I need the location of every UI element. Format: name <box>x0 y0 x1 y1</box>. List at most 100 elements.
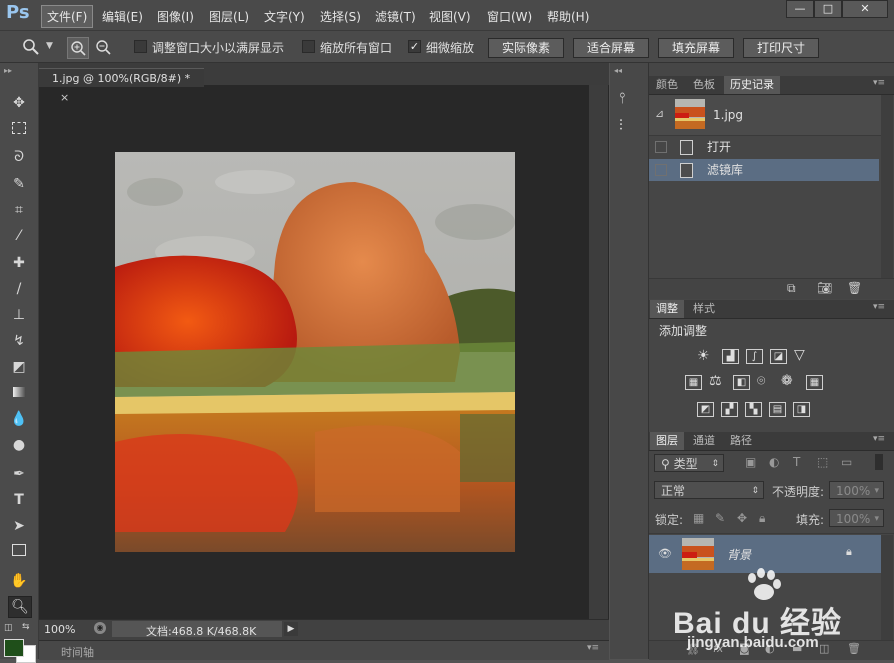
close-tab-icon[interactable]: × <box>60 91 69 104</box>
history-scrollbar[interactable] <box>881 95 893 290</box>
clone-stamp-tool-icon[interactable]: ⊥ <box>8 305 30 325</box>
tab-channels[interactable]: 通道 <box>687 432 721 450</box>
brush-tool-icon[interactable]: / <box>8 279 30 299</box>
tool-preset-chevron-icon[interactable]: ▼ <box>46 41 53 51</box>
status-menu-arrow-icon[interactable]: ▶ <box>284 622 298 636</box>
history-panel-menu-icon[interactable]: ▾≡ <box>873 78 885 88</box>
exposure-icon[interactable]: ◪ <box>770 349 787 364</box>
eyedropper-tool-icon[interactable]: ⁄ <box>8 226 30 246</box>
new-snapshot-icon[interactable]: 📷︎ <box>817 281 832 295</box>
adjustments-panel-menu-icon[interactable]: ▾≡ <box>873 302 885 312</box>
hue-saturation-icon[interactable]: ▦ <box>685 375 702 390</box>
selective-color-icon[interactable]: ◨ <box>793 402 810 417</box>
lock-transparent-icon[interactable]: ▦ <box>693 511 704 525</box>
zoom-out-icon[interactable] <box>93 37 113 57</box>
threshold-icon[interactable]: ▚ <box>745 402 762 417</box>
close-window-button[interactable]: ✕ <box>842 0 888 18</box>
color-balance-icon[interactable]: ⚖ <box>709 373 722 389</box>
layer-style-icon[interactable]: fx <box>713 642 723 655</box>
quick-selection-tool-icon[interactable]: ✎ <box>8 174 30 194</box>
timeline-label[interactable]: 时间轴 <box>61 644 94 660</box>
history-brush-tool-icon[interactable]: ↯ <box>8 331 30 351</box>
filter-pixel-icon[interactable]: ▣ <box>745 455 756 469</box>
vibrance-icon[interactable]: ▽ <box>794 347 805 363</box>
type-tool-icon[interactable]: T <box>8 490 30 510</box>
pen-tool-icon[interactable]: ✒ <box>8 464 30 484</box>
fill-input[interactable]: 100% ▾ <box>829 509 884 527</box>
vertical-scrollbar[interactable] <box>589 85 608 620</box>
layers-panel-menu-icon[interactable]: ▾≡ <box>873 434 885 444</box>
default-colors-icon[interactable]: ◫ <box>4 623 13 633</box>
layer-filter-kind-select[interactable]: ⚲ 类型 ⇕ <box>654 454 724 472</box>
new-layer-icon[interactable]: ◫ <box>819 642 829 655</box>
tab-swatches[interactable]: 色板 <box>687 76 721 94</box>
opacity-input[interactable]: 100% ▾ <box>829 481 884 499</box>
tool-presets-icon[interactable]: ⫶ <box>619 116 623 134</box>
fit-screen-button[interactable]: 适合屏幕 <box>573 38 649 58</box>
zoom-in-button[interactable] <box>67 37 89 59</box>
menu-filter[interactable]: 滤镜(T) <box>371 7 420 26</box>
menu-type[interactable]: 文字(Y) <box>260 7 309 26</box>
layer-row[interactable]: 👁︎ 背景 🔒︎ <box>649 535 881 573</box>
menu-window[interactable]: 窗口(W) <box>483 7 536 26</box>
new-group-icon[interactable]: ▬ <box>792 642 802 655</box>
posterize-icon[interactable]: ▞ <box>721 402 738 417</box>
resize-windows-checkbox[interactable] <box>134 40 147 53</box>
blend-mode-select[interactable]: 正常 ⇕ <box>654 481 764 499</box>
crop-tool-icon[interactable]: ⌗ <box>8 200 30 220</box>
status-info-icon[interactable]: ◉ <box>94 622 106 634</box>
restore-button[interactable]: □ <box>814 0 842 18</box>
history-state-checkbox[interactable] <box>655 164 667 176</box>
actual-pixels-button[interactable]: 实际像素 <box>488 38 564 58</box>
layers-scrollbar[interactable] <box>881 535 893 640</box>
menu-layer[interactable]: 图层(L) <box>205 7 253 26</box>
blur-tool-icon[interactable]: 💧 <box>8 409 30 429</box>
lock-image-icon[interactable]: ✎ <box>715 511 725 525</box>
curves-icon[interactable]: ∫ <box>746 349 763 364</box>
timeline-menu-icon[interactable]: ▾≡ <box>587 643 599 653</box>
minimize-button[interactable]: — <box>786 0 814 18</box>
history-snapshot[interactable]: ⊿ 1.jpg <box>649 95 881 136</box>
shape-tool-icon[interactable] <box>8 542 30 562</box>
document-tab[interactable]: 1.jpg @ 100%(RGB/8#) * × <box>39 68 204 104</box>
gradient-tool-icon[interactable] <box>8 383 30 403</box>
invert-icon[interactable]: ◩ <box>697 402 714 417</box>
filter-adjustment-icon[interactable]: ◐ <box>769 455 779 469</box>
menu-file[interactable]: 文件(F) <box>41 5 94 28</box>
collapse-toolbar-icon[interactable]: ▸▸ <box>4 66 12 75</box>
lock-all-icon[interactable]: 🔒︎ <box>759 511 765 526</box>
swap-colors-icon[interactable]: ⇆ <box>22 622 30 632</box>
move-tool-icon[interactable]: ✥ <box>8 93 30 113</box>
channel-mixer-icon[interactable]: ❁ <box>781 373 793 389</box>
zoom-all-windows-checkbox[interactable] <box>302 40 315 53</box>
black-white-icon[interactable]: ◧ <box>733 375 750 390</box>
tab-color[interactable]: 颜色 <box>650 76 684 94</box>
brush-presets-icon[interactable]: ⫯ <box>619 89 626 107</box>
delete-layer-icon[interactable]: 🗑︎ <box>847 642 861 655</box>
zoom-tool-icon[interactable] <box>22 38 40 56</box>
link-layers-icon[interactable]: ⛓ <box>686 643 700 656</box>
marquee-tool-icon[interactable] <box>8 120 30 140</box>
filter-type-icon[interactable]: T <box>793 455 800 469</box>
zoom-tool-icon[interactable]: 🔍︎ <box>8 596 32 618</box>
lasso-tool-icon[interactable]: ᘐ <box>8 147 30 167</box>
path-selection-tool-icon[interactable]: ➤ <box>8 516 30 536</box>
eye-icon[interactable]: 👁︎ <box>658 547 672 560</box>
menu-view[interactable]: 视图(V) <box>425 7 475 26</box>
history-state-filter-gallery[interactable]: 滤镜库 <box>649 159 879 181</box>
filter-shape-icon[interactable]: ⬚ <box>817 455 828 469</box>
lock-position-icon[interactable]: ✥ <box>737 511 747 525</box>
hand-tool-icon[interactable]: ✋ <box>8 571 30 591</box>
tab-adjustments[interactable]: 调整 <box>650 300 684 318</box>
delete-state-icon[interactable]: 🗑︎ <box>847 281 862 295</box>
print-size-button[interactable]: 打印尺寸 <box>743 38 819 58</box>
canvas-image[interactable] <box>115 152 515 552</box>
history-state-checkbox[interactable] <box>655 141 667 153</box>
foreground-color-swatch[interactable] <box>4 639 24 657</box>
brightness-contrast-icon[interactable]: ☀ <box>697 348 710 364</box>
dodge-tool-icon[interactable]: ● <box>8 435 30 455</box>
history-state-open[interactable]: 打开 <box>649 136 879 158</box>
tab-paths[interactable]: 路径 <box>724 432 758 450</box>
collapse-strip-icon[interactable]: ◂◂ <box>614 66 622 75</box>
menu-edit[interactable]: 编辑(E) <box>98 7 147 26</box>
